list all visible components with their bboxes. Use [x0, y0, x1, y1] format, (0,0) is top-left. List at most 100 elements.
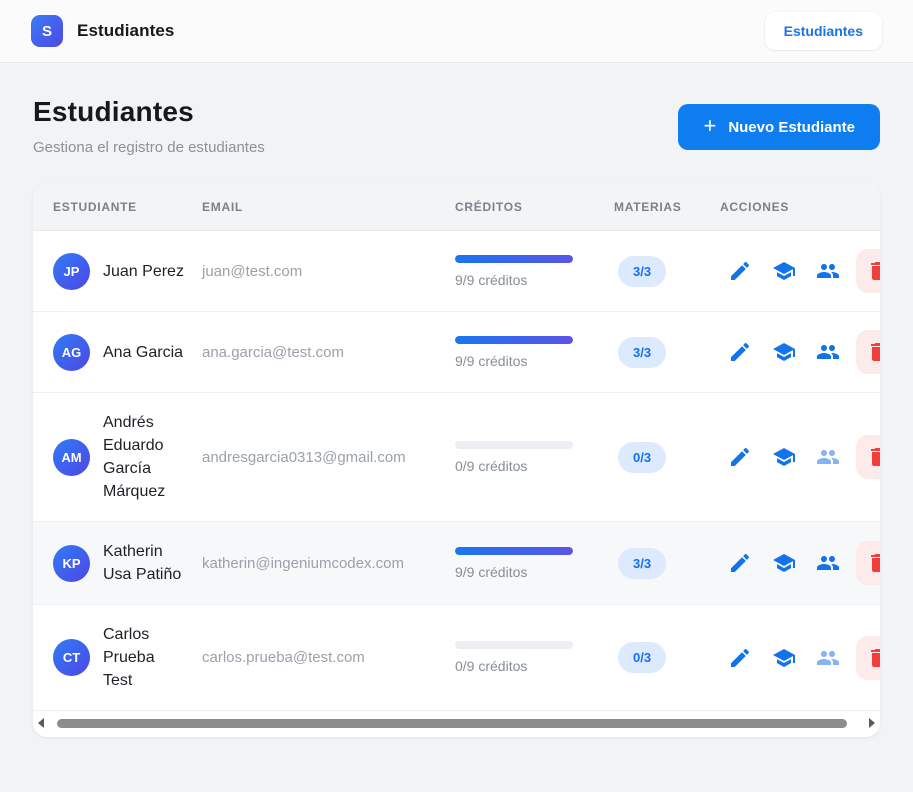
materias-badge: 3/3 — [618, 548, 666, 579]
student-email: andresgarcia0313@gmail.com — [202, 449, 455, 466]
groups-button[interactable] — [816, 551, 840, 575]
materias-badge: 3/3 — [618, 256, 666, 287]
avatar: CT — [53, 639, 90, 676]
edit-button[interactable] — [728, 445, 752, 469]
avatar: JP — [53, 253, 90, 290]
scroll-right-arrow-icon[interactable] — [869, 718, 875, 728]
materias-badge: 0/3 — [618, 442, 666, 473]
edit-icon — [728, 340, 752, 364]
edit-icon — [728, 646, 752, 670]
edit-button[interactable] — [728, 340, 752, 364]
delete-button[interactable] — [856, 249, 880, 293]
group-icon — [816, 551, 840, 575]
groups-button[interactable] — [816, 646, 840, 670]
credits-progress-bar — [455, 441, 573, 449]
student-name: Katherin Usa Patiño — [103, 540, 187, 586]
credits-progress-fill — [455, 255, 573, 263]
table-row: JP Juan Perez juan@test.com 9/9 créditos… — [33, 231, 880, 312]
scrollbar-thumb[interactable] — [57, 719, 847, 728]
nav-estudiantes-button[interactable]: Estudiantes — [765, 12, 882, 50]
delete-button[interactable] — [856, 541, 880, 585]
column-header-materias: Materias — [614, 200, 720, 214]
group-icon — [816, 646, 840, 670]
delete-button[interactable] — [856, 636, 880, 680]
horizontal-scrollbar[interactable] — [33, 716, 880, 730]
student-name: Andrés Eduardo García Márquez — [103, 411, 187, 503]
edit-button[interactable] — [728, 259, 752, 283]
table-header-row: Estudiante Email Créditos Materias Accio… — [33, 183, 880, 231]
delete-icon — [866, 551, 880, 575]
avatar: AM — [53, 439, 90, 476]
student-email: ana.garcia@test.com — [202, 344, 455, 361]
materias-badge: 3/3 — [618, 337, 666, 368]
group-icon — [816, 340, 840, 364]
page-header: Estudiantes Gestiona el registro de estu… — [33, 96, 880, 156]
table-body: JP Juan Perez juan@test.com 9/9 créditos… — [33, 231, 880, 711]
credits-progress-bar — [455, 641, 573, 649]
group-icon — [816, 445, 840, 469]
student-cell: KP Katherin Usa Patiño — [33, 540, 202, 586]
school-icon — [772, 340, 796, 364]
school-icon — [772, 259, 796, 283]
column-header-estudiante: Estudiante — [33, 200, 202, 214]
student-cell: CT Carlos Prueba Test — [33, 623, 202, 692]
credits-progress-bar — [455, 547, 573, 555]
actions-cell — [720, 636, 880, 680]
app-title: Estudiantes — [77, 21, 174, 41]
delete-icon — [866, 445, 880, 469]
student-cell: JP Juan Perez — [33, 253, 202, 290]
scrollbar-track[interactable] — [47, 718, 866, 728]
page-content: Estudiantes Gestiona el registro de estu… — [0, 96, 913, 737]
school-icon — [772, 445, 796, 469]
edit-button[interactable] — [728, 646, 752, 670]
topbar: S Estudiantes Estudiantes — [0, 0, 913, 63]
materias-cell: 3/3 — [614, 256, 720, 287]
student-name: Juan Perez — [103, 260, 184, 283]
edit-button[interactable] — [728, 551, 752, 575]
delete-button[interactable] — [856, 330, 880, 374]
student-email: katherin@ingeniumcodex.com — [202, 555, 455, 572]
brand: S Estudiantes — [31, 15, 174, 47]
avatar: KP — [53, 545, 90, 582]
subjects-button[interactable] — [772, 551, 796, 575]
credits-label: 9/9 créditos — [455, 353, 614, 369]
column-header-email: Email — [202, 200, 455, 214]
credits-label: 0/9 créditos — [455, 458, 614, 474]
groups-button[interactable] — [816, 340, 840, 364]
actions-cell — [720, 330, 880, 374]
groups-button[interactable] — [816, 259, 840, 283]
credits-cell: 9/9 créditos — [455, 255, 614, 288]
student-cell: AM Andrés Eduardo García Márquez — [33, 411, 202, 503]
actions-cell — [720, 435, 880, 479]
subjects-button[interactable] — [772, 340, 796, 364]
subjects-button[interactable] — [772, 646, 796, 670]
new-student-button-label: Nuevo Estudiante — [728, 119, 855, 136]
subjects-button[interactable] — [772, 445, 796, 469]
materias-badge: 0/3 — [618, 642, 666, 673]
delete-icon — [866, 259, 880, 283]
group-icon — [816, 259, 840, 283]
credits-cell: 9/9 créditos — [455, 336, 614, 369]
student-cell: AG Ana Garcia — [33, 334, 202, 371]
table-row: KP Katherin Usa Patiño katherin@ingenium… — [33, 522, 880, 605]
groups-button[interactable] — [816, 445, 840, 469]
actions-cell — [720, 541, 880, 585]
new-student-button[interactable]: + Nuevo Estudiante — [678, 104, 880, 150]
credits-progress-fill — [455, 336, 573, 344]
plus-icon: + — [703, 115, 716, 137]
page-title: Estudiantes — [33, 96, 265, 128]
table-row: CT Carlos Prueba Test carlos.prueba@test… — [33, 605, 880, 711]
edit-icon — [728, 259, 752, 283]
edit-icon — [728, 445, 752, 469]
delete-icon — [866, 646, 880, 670]
student-name: Carlos Prueba Test — [103, 623, 187, 692]
subjects-button[interactable] — [772, 259, 796, 283]
materias-cell: 0/3 — [614, 442, 720, 473]
student-email: juan@test.com — [202, 263, 455, 280]
delete-button[interactable] — [856, 435, 880, 479]
credits-cell: 0/9 créditos — [455, 441, 614, 474]
materias-cell: 3/3 — [614, 548, 720, 579]
materias-cell: 3/3 — [614, 337, 720, 368]
school-icon — [772, 551, 796, 575]
scroll-left-arrow-icon[interactable] — [38, 718, 44, 728]
